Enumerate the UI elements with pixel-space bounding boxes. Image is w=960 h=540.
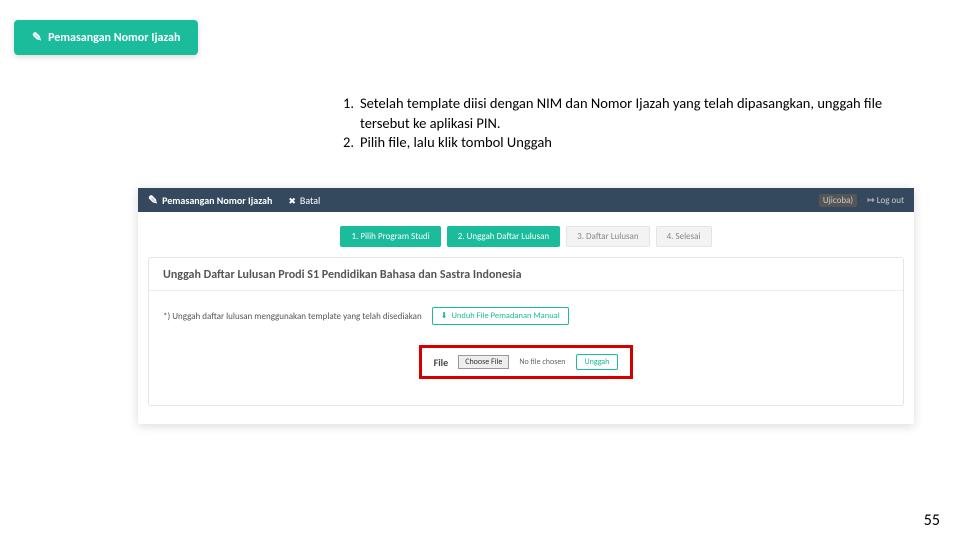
title-badge: Pemasangan Nomor Ijazah (14, 20, 198, 55)
file-label: File (434, 356, 449, 369)
file-chosen-text: No file chosen (519, 357, 565, 367)
instruction-number: 2. (338, 133, 360, 153)
upload-button[interactable]: Unggah (576, 354, 619, 370)
pencil-icon (32, 30, 42, 45)
title-badge-label: Pemasangan Nomor Ijazah (48, 31, 180, 45)
breadcrumb-label: Pemasangan Nomor Ijazah (162, 194, 272, 207)
cancel-link[interactable]: Batal (288, 194, 320, 207)
panel-title: Unggah Daftar Lulusan Prodi S1 Pendidika… (149, 258, 903, 291)
step-2[interactable]: 2. Unggah Daftar Lulusan (447, 226, 560, 247)
logout-link[interactable]: ↦ Log out (867, 195, 904, 206)
wizard-steps: 1. Pilih Program Studi 2. Unggah Daftar … (138, 212, 914, 257)
download-template-button[interactable]: Unduh File Pemadanan Manual (432, 307, 569, 325)
panel-note-row: *) Unggah daftar lulusan menggunakan tem… (149, 291, 903, 339)
instruction-text: Pilih file, lalu klik tombol Unggah (360, 133, 900, 153)
pencil-icon (148, 193, 158, 208)
step-1[interactable]: 1. Pilih Program Studi (340, 226, 440, 247)
breadcrumb[interactable]: Pemasangan Nomor Ijazah (148, 193, 272, 208)
instructions-list: 1. Setelah template diisi dengan NIM dan… (338, 94, 900, 153)
app-topbar: Pemasangan Nomor Ijazah Batal Ujicoba) ↦… (138, 188, 914, 212)
file-upload-row: File Choose File No file chosen Unggah (419, 345, 634, 379)
step-3[interactable]: 3. Daftar Lulusan (566, 226, 649, 247)
choose-file-button[interactable]: Choose File (458, 355, 509, 369)
step-4[interactable]: 4. Selesai (656, 226, 712, 247)
upload-panel: Unggah Daftar Lulusan Prodi S1 Pendidika… (148, 257, 904, 406)
app-screenshot: Pemasangan Nomor Ijazah Batal Ujicoba) ↦… (138, 188, 914, 424)
instruction-number: 1. (338, 94, 360, 133)
user-tag: Ujicoba) (819, 194, 857, 207)
instruction-text: Setelah template diisi dengan NIM dan No… (360, 94, 900, 133)
page-number: 55 (924, 511, 940, 530)
panel-note-text: *) Unggah daftar lulusan menggunakan tem… (163, 311, 422, 322)
